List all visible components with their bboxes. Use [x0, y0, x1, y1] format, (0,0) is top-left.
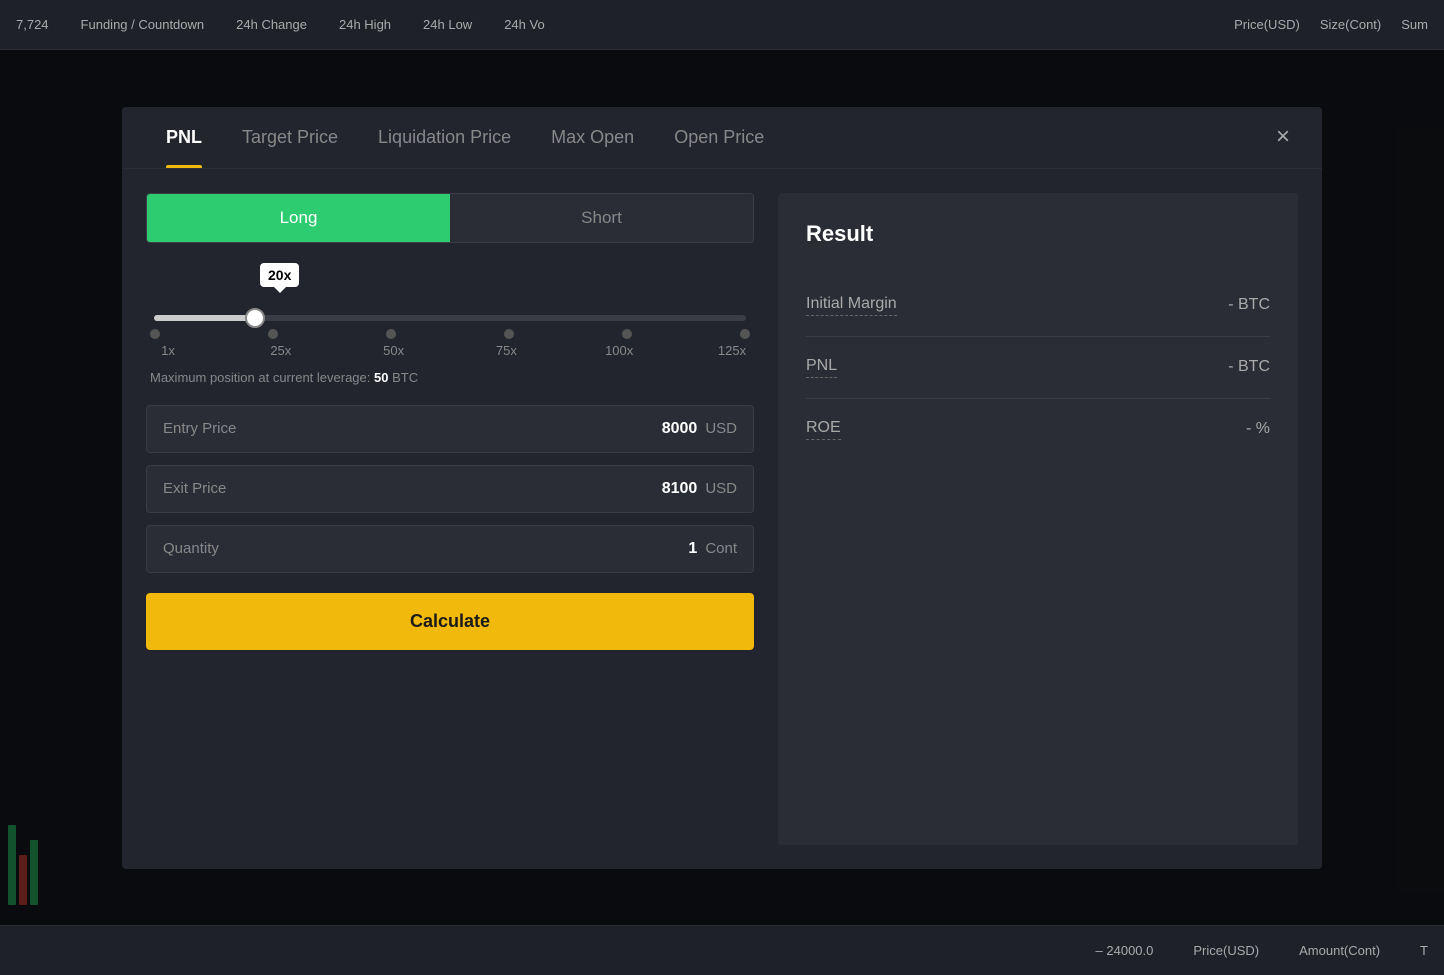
- top-bar-24h-high: 24h High: [339, 17, 391, 32]
- tab-max-open[interactable]: Max Open: [531, 107, 654, 168]
- calculate-button[interactable]: Calculate: [146, 593, 754, 650]
- quantity-value: 1 Cont: [688, 540, 737, 558]
- close-button[interactable]: ×: [1268, 121, 1298, 153]
- slider-dot-50: [386, 329, 396, 339]
- quantity-num: 1: [688, 540, 697, 558]
- slider-dot-1: [150, 329, 160, 339]
- result-panel: Result Initial Margin - BTC PNL - BTC RO…: [778, 193, 1298, 845]
- slider-dot-100: [622, 329, 632, 339]
- quantity-unit: Cont: [705, 540, 737, 557]
- top-bar-24h-change: 24h Change: [236, 17, 307, 32]
- entry-price-num: 8000: [662, 420, 698, 438]
- slider-fill: [154, 315, 255, 321]
- top-bar: 7,724 Funding / Countdown 24h Change 24h…: [0, 0, 1444, 50]
- exit-price-unit: USD: [705, 480, 737, 497]
- roe-label: ROE: [806, 419, 841, 440]
- max-position-value: 50: [374, 370, 388, 385]
- max-position-text: Maximum position at current leverage: 50…: [150, 370, 750, 385]
- leverage-bubble-wrapper: 20x: [150, 263, 750, 303]
- long-short-toggle: Long Short: [146, 193, 754, 243]
- slider-dot-125: [740, 329, 750, 339]
- slider-dots: [150, 329, 750, 339]
- tab-target-price[interactable]: Target Price: [222, 107, 358, 168]
- top-bar-24h-low: 24h Low: [423, 17, 472, 32]
- bottom-bar-amount-cont: Amount(Cont): [1299, 943, 1380, 958]
- quantity-label: Quantity: [163, 540, 219, 557]
- top-bar-right: Price(USD) Size(Cont) Sum: [1234, 17, 1428, 32]
- result-row-initial-margin: Initial Margin - BTC: [806, 275, 1270, 337]
- input-group: Entry Price 8000 USD Exit Price 8100 USD: [146, 405, 754, 573]
- slider-thumb[interactable]: [245, 308, 265, 328]
- quantity-field[interactable]: Quantity 1 Cont: [146, 525, 754, 573]
- initial-margin-label: Initial Margin: [806, 295, 897, 316]
- entry-price-unit: USD: [705, 420, 737, 437]
- modal-header: PNL Target Price Liquidation Price Max O…: [122, 107, 1322, 169]
- short-button[interactable]: Short: [450, 194, 753, 242]
- long-button[interactable]: Long: [147, 194, 450, 242]
- label-50x: 50x: [376, 343, 412, 358]
- result-row-pnl: PNL - BTC: [806, 337, 1270, 399]
- bottom-bar-price-usd: Price(USD): [1193, 943, 1259, 958]
- bottom-bar-price-change: – 24000.0: [1096, 943, 1154, 958]
- entry-price-field[interactable]: Entry Price 8000 USD: [146, 405, 754, 453]
- label-125x: 125x: [714, 343, 750, 358]
- roe-value: - %: [1246, 420, 1270, 438]
- entry-price-value: 8000 USD: [662, 420, 737, 438]
- exit-price-label: Exit Price: [163, 480, 226, 497]
- label-25x: 25x: [263, 343, 299, 358]
- top-bar-24h-vol: 24h Vo: [504, 17, 545, 32]
- leverage-bubble: 20x: [260, 263, 299, 287]
- bottom-bar: – 24000.0 Price(USD) Amount(Cont) T: [0, 925, 1444, 975]
- result-row-roe: ROE - %: [806, 399, 1270, 460]
- leverage-area: 20x: [146, 263, 754, 385]
- result-title: Result: [806, 221, 1270, 247]
- modal-overlay: PNL Target Price Liquidation Price Max O…: [0, 50, 1444, 925]
- top-bar-price-usd: Price(USD): [1234, 17, 1300, 32]
- entry-price-label: Entry Price: [163, 420, 236, 437]
- top-bar-size-cont: Size(Cont): [1320, 17, 1381, 32]
- exit-price-field[interactable]: Exit Price 8100 USD: [146, 465, 754, 513]
- exit-price-num: 8100: [662, 480, 698, 498]
- tab-liquidation-price[interactable]: Liquidation Price: [358, 107, 531, 168]
- top-bar-funding: Funding / Countdown: [81, 17, 205, 32]
- slider-container: 1x 25x 50x 75x 100x 125x: [150, 315, 750, 358]
- slider-track: [154, 315, 746, 321]
- bottom-bar-t: T: [1420, 943, 1428, 958]
- pnl-value: - BTC: [1228, 358, 1270, 376]
- label-75x: 75x: [488, 343, 524, 358]
- ticker-value: 7,724: [16, 17, 49, 32]
- initial-margin-value: - BTC: [1228, 296, 1270, 314]
- label-1x: 1x: [150, 343, 186, 358]
- exit-price-value: 8100 USD: [662, 480, 737, 498]
- slider-dot-25: [268, 329, 278, 339]
- tab-pnl[interactable]: PNL: [146, 107, 222, 168]
- modal-body: Long Short 20x: [122, 169, 1322, 869]
- label-100x: 100x: [601, 343, 637, 358]
- left-panel: Long Short 20x: [146, 193, 754, 845]
- pnl-label: PNL: [806, 357, 837, 378]
- slider-labels: 1x 25x 50x 75x 100x 125x: [150, 343, 750, 358]
- pnl-calculator-modal: PNL Target Price Liquidation Price Max O…: [122, 107, 1322, 869]
- tab-open-price[interactable]: Open Price: [654, 107, 784, 168]
- max-position-unit: BTC: [392, 370, 418, 385]
- slider-dot-75: [504, 329, 514, 339]
- top-bar-sum: Sum: [1401, 17, 1428, 32]
